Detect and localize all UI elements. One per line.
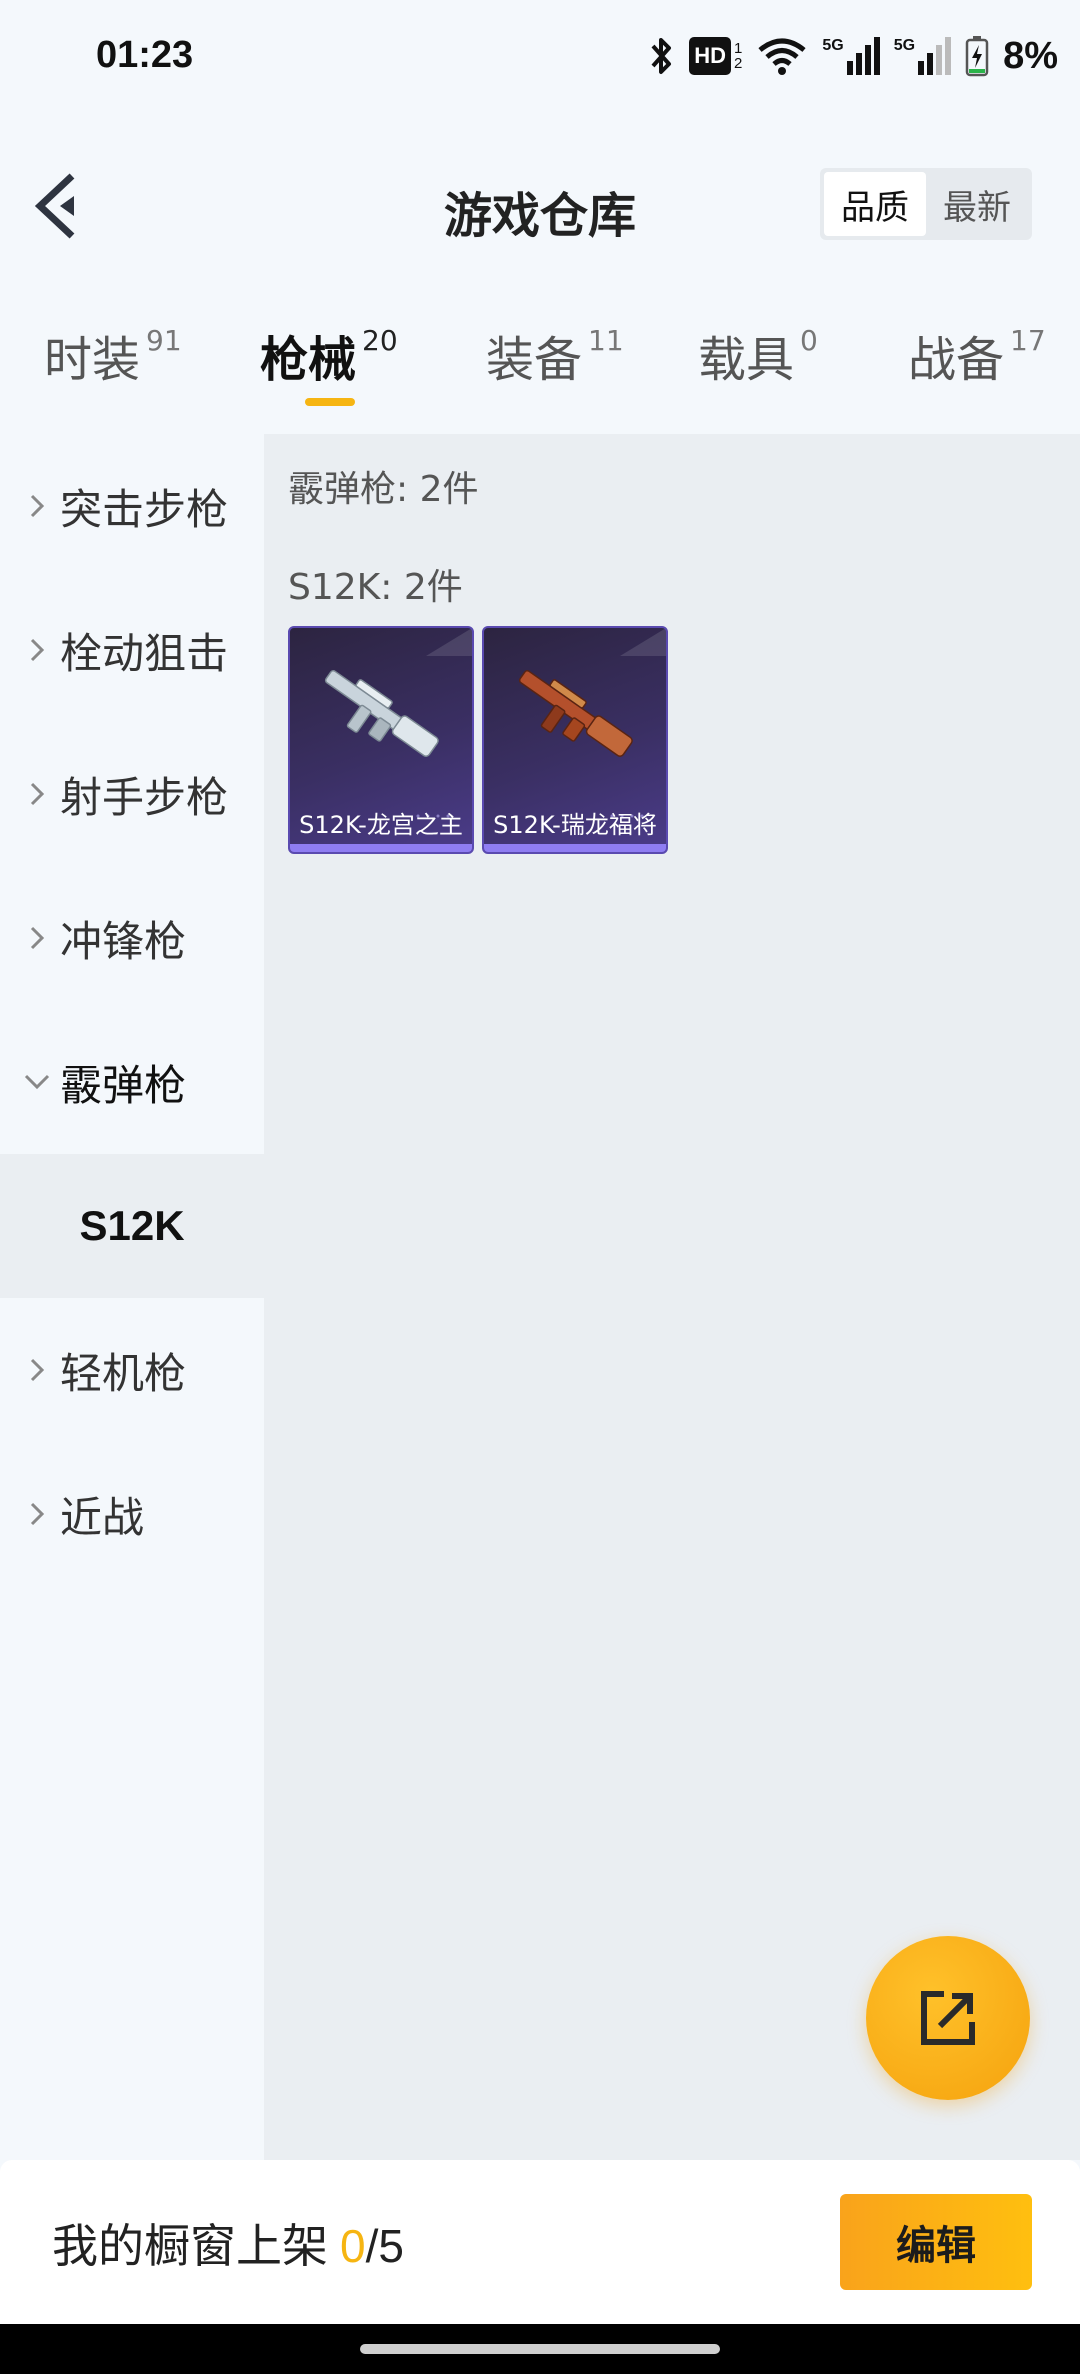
sidebar-item-smg[interactable]: 冲锋枪 xyxy=(0,866,264,1010)
item-card[interactable]: S12K-龙宫之主 xyxy=(288,626,474,854)
status-bar: 01:23 HD 12 5G 5G 8% xyxy=(0,0,1080,120)
tab-count: 17 xyxy=(1010,324,1046,357)
sidebar-subitem-s12k[interactable]: S12K xyxy=(0,1154,264,1298)
chevron-right-icon xyxy=(22,924,52,952)
rarity-bar xyxy=(290,844,472,852)
signal-5g-b-icon: 5G xyxy=(893,37,952,75)
bluetooth-icon xyxy=(651,38,672,74)
tab-label: 战备 xyxy=(908,332,1005,388)
chevron-right-icon xyxy=(22,492,52,520)
chevron-right-icon xyxy=(22,636,52,664)
showcase-count: 0 xyxy=(340,2220,366,2272)
battery-percentage: 8% xyxy=(1003,34,1058,77)
wifi-icon xyxy=(758,38,806,75)
chevron-right-icon xyxy=(22,1500,52,1528)
tab-fashion[interactable]: 时装 91 xyxy=(44,320,182,390)
active-tab-indicator xyxy=(305,398,355,406)
item-name: S12K-龙宫之主 xyxy=(299,811,463,839)
inventory-content: 霰弹枪: 2件 S12K: 2件 S12K-龙宫之主 S12K-瑞龙福将 xyxy=(264,434,1080,2160)
edit-button[interactable]: 编辑 xyxy=(840,2194,1032,2290)
rarity-bar xyxy=(484,844,666,852)
sort-option-quality[interactable]: 品质 xyxy=(824,172,926,236)
showcase-label: 我的橱窗上架 xyxy=(52,2219,328,2273)
showcase-bar: 我的橱窗上架 0 /5 编辑 xyxy=(0,2160,1080,2324)
sidebar-item-label: 冲锋枪 xyxy=(60,916,187,966)
sidebar-item-lmg[interactable]: 轻机枪 xyxy=(0,1298,264,1442)
hd-label: HD xyxy=(689,37,732,75)
sidebar-item-label: 霰弹枪 xyxy=(60,1060,187,1110)
status-time: 01:23 xyxy=(96,34,194,76)
tab-count: 11 xyxy=(588,324,624,357)
status-icons: HD 12 5G 5G 8% xyxy=(647,32,1058,80)
tab-label: 时装 xyxy=(44,332,141,388)
chevron-down-icon xyxy=(22,1073,52,1091)
net-a-label: 5G xyxy=(822,37,844,54)
sub-group-title: S12K: 2件 xyxy=(288,567,463,608)
sidebar-item-melee[interactable]: 近战 xyxy=(0,1442,264,1586)
card-corner-decoration xyxy=(620,628,666,656)
tab-count: 91 xyxy=(146,324,182,357)
tab-label: 装备 xyxy=(486,332,583,388)
item-name: S12K-瑞龙福将 xyxy=(493,811,657,839)
sort-toggle: 品质 最新 xyxy=(820,168,1032,240)
card-corner-decoration xyxy=(426,628,472,656)
sidebar-item-label: 轻机枪 xyxy=(60,1348,187,1398)
item-grid: S12K-龙宫之主 S12K-瑞龙福将 xyxy=(288,626,668,854)
sidebar-item-label: 近战 xyxy=(60,1492,145,1542)
category-tabs: 时装 91 枪械 20 装备 11 载具 0 战备 17 xyxy=(0,320,1080,410)
tab-supplies[interactable]: 战备 17 xyxy=(908,320,1046,390)
sidebar-item-shotgun[interactable]: 霰弹枪 xyxy=(0,1010,264,1154)
header: 游戏仓库 品质 最新 xyxy=(0,150,1080,260)
sidebar-item-label: 突击步枪 xyxy=(60,484,229,534)
battery-charging-icon xyxy=(965,36,989,77)
sidebar-item-bolt-sniper[interactable]: 栓动狙击 xyxy=(0,578,264,722)
item-card[interactable]: S12K-瑞龙福将 xyxy=(482,626,668,854)
sidebar-item-label: 射手步枪 xyxy=(60,772,229,822)
share-button[interactable] xyxy=(866,1936,1030,2100)
home-gesture-handle[interactable] xyxy=(360,2344,720,2354)
sidebar-item-label: 栓动狙击 xyxy=(60,628,229,678)
chevron-right-icon xyxy=(22,780,52,808)
signal-5g-a-icon: 5G xyxy=(822,37,880,75)
net-b-label: 5G xyxy=(893,37,916,54)
shotgun-skin-icon xyxy=(324,670,439,757)
shotgun-skin-icon xyxy=(518,670,633,757)
tab-vehicles[interactable]: 载具 0 xyxy=(698,320,818,390)
showcase-total: /5 xyxy=(365,2220,404,2272)
tab-equipment[interactable]: 装备 11 xyxy=(486,320,624,390)
tab-count: 0 xyxy=(800,324,818,357)
sidebar-subitem-label: S12K xyxy=(79,1202,185,1249)
share-external-icon xyxy=(921,1991,975,2045)
group-title: 霰弹枪: 2件 xyxy=(288,469,479,510)
sidebar-item-assault-rifle[interactable]: 突击步枪 xyxy=(0,434,264,578)
hd-icon: HD 12 xyxy=(689,37,742,75)
system-nav-bar xyxy=(0,2324,1080,2374)
sort-option-latest[interactable]: 最新 xyxy=(926,172,1028,236)
sidebar-item-marksman-rifle[interactable]: 射手步枪 xyxy=(0,722,264,866)
tab-firearms[interactable]: 枪械 20 xyxy=(260,320,398,390)
weapon-category-sidebar: 突击步枪 栓动狙击 射手步枪 冲锋枪 霰弹枪 S12K 轻机枪 近战 xyxy=(0,434,264,2160)
showcase-status: 我的橱窗上架 0 /5 xyxy=(52,2210,404,2276)
tab-label: 枪械 xyxy=(260,332,357,388)
chevron-right-icon xyxy=(22,1356,52,1384)
tab-count: 20 xyxy=(362,324,398,357)
tab-label: 载具 xyxy=(698,332,795,388)
